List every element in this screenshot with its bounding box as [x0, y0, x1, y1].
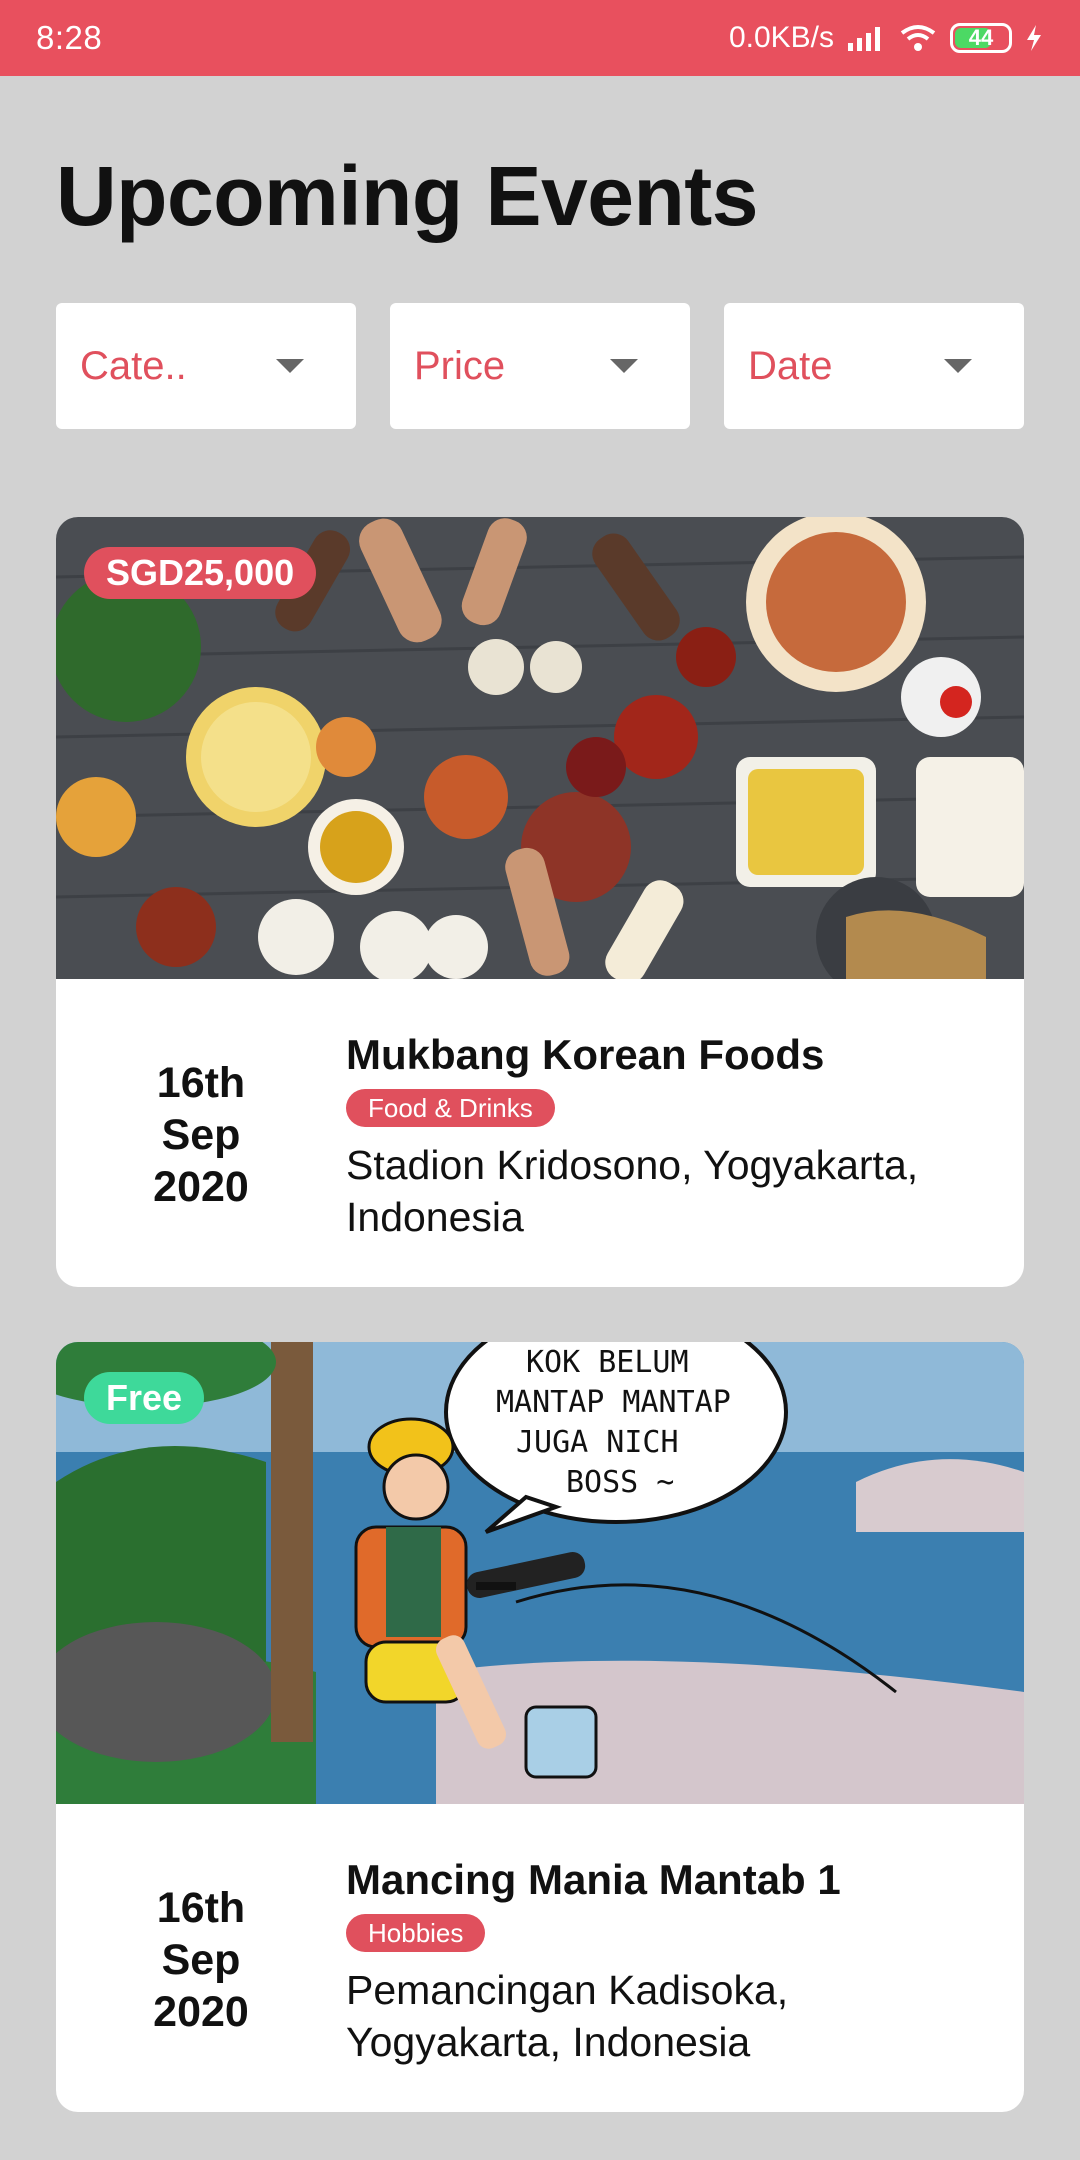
event-card[interactable]: SGD25,000 16th Sep 2020 Mukbang Korean F… [56, 517, 1024, 1287]
event-image: KOK BELUM MANTAP MANTAP JUGA NICH BOSS ~… [56, 1342, 1024, 1804]
event-date: 16th Sep 2020 [126, 1882, 276, 2038]
category-label: Hobbies [368, 1917, 464, 1948]
event-location: Stadion Kridosono, Yogyakarta, Indonesia [346, 1142, 919, 1240]
date-day: 16th [156, 1884, 246, 1932]
caret-down-icon [276, 359, 304, 373]
network-speed: 0.0KB/s [728, 21, 834, 54]
caret-down-icon [610, 359, 638, 373]
event-date: 16th Sep 2020 [126, 1057, 276, 1213]
page-title: Upcoming Events [56, 149, 758, 243]
filter-label: Cate.. [80, 343, 187, 388]
image-caption-line4: BOSS ~ [566, 1465, 674, 1500]
status-time: 8:28 [36, 19, 103, 56]
date-year: 2020 [153, 1163, 249, 1211]
battery-level: 44 [968, 25, 994, 50]
wifi-icon [900, 25, 936, 51]
date-filter-dropdown[interactable]: Date [724, 303, 1024, 429]
battery-icon: 44 [950, 23, 1012, 53]
filter-label: Price [414, 343, 506, 388]
date-year: 2020 [153, 1988, 249, 2036]
image-caption-line2: MANTAP MANTAP [496, 1385, 731, 1420]
event-location: Pemancingan Kadisoka, Yogyakarta, Indone… [346, 1967, 789, 2065]
date-day: 16th [156, 1059, 246, 1107]
event-card[interactable]: KOK BELUM MANTAP MANTAP JUGA NICH BOSS ~… [56, 1342, 1024, 2112]
category-chip: Hobbies [346, 1914, 486, 1952]
event-name: Mancing Mania Mantab 1 [346, 1856, 841, 1903]
price-badge: SGD25,000 [84, 547, 317, 599]
price-filter-dropdown[interactable]: Price [390, 303, 690, 429]
price-label: Free [106, 1377, 183, 1418]
date-month: Sep [161, 1936, 241, 1984]
status-icons: 0.0KB/s 44 [729, 21, 1044, 55]
filter-bar: Cate.. Price Date [56, 303, 1024, 429]
category-label: Food & Drinks [368, 1092, 533, 1123]
filter-label: Date [748, 343, 833, 388]
category-chip: Food & Drinks [346, 1089, 555, 1127]
signal-icon [848, 27, 880, 51]
caret-down-icon [944, 359, 972, 373]
event-name: Mukbang Korean Foods [346, 1031, 825, 1078]
event-info: 16th Sep 2020 Mukbang Korean Foods Food … [56, 979, 1024, 1287]
date-month: Sep [161, 1111, 241, 1159]
price-label: SGD25,000 [106, 552, 295, 593]
bolt-icon [1027, 25, 1041, 51]
event-info: 16th Sep 2020 Mancing Mania Mantab 1 Hob… [56, 1804, 1024, 2112]
category-filter-dropdown[interactable]: Cate.. [56, 303, 356, 429]
image-caption-line1: KOK BELUM [526, 1345, 689, 1380]
event-image: SGD25,000 [56, 517, 1024, 979]
image-caption-line3: JUGA NICH [516, 1425, 679, 1460]
price-badge: Free [84, 1372, 205, 1424]
status-bar: 8:28 0.0KB/s 44 [0, 0, 1080, 76]
